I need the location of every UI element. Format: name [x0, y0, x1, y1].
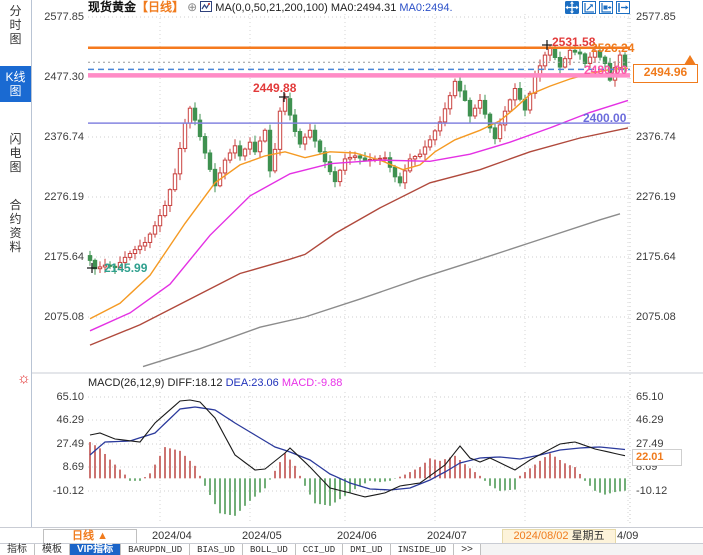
sidebar-item-4[interactable]: 合约资料 — [8, 198, 23, 254]
chart-canvas[interactable] — [0, 0, 703, 555]
tab-inside-ud[interactable]: INSIDE_UD — [390, 544, 455, 555]
jump-latest-icon[interactable] — [616, 1, 630, 14]
symbol-name: 现货黄金 — [88, 0, 137, 14]
partial-month-label: 4/09 — [617, 530, 639, 542]
tab-boll-ud[interactable]: BOLL_UD — [242, 544, 296, 555]
price-annotation: 2526.24 — [591, 41, 635, 55]
indicator-settings-icon[interactable]: ☼ — [17, 371, 31, 387]
chart-type-icon[interactable] — [200, 1, 213, 12]
sidebar-item-3[interactable]: 闪电图 — [8, 132, 23, 174]
tab--[interactable]: >> — [454, 544, 481, 555]
macd-value-box: 22.01 — [632, 449, 682, 466]
price-annotation: 2449.88 — [253, 81, 297, 95]
price-axis-label-l: 2075.08 — [44, 311, 84, 323]
price-annotation: 2400.00 — [583, 111, 627, 125]
date-tooltip: 2024/08/02 星期五 — [502, 529, 616, 544]
last-price-box: 2494.96 — [633, 64, 698, 83]
sidebar-item-1[interactable]: 分时图 — [8, 4, 23, 46]
month-tick-label: 2024/06 — [337, 530, 377, 542]
ma-settings-label: MA(0,0,50,21,200,100) — [215, 2, 328, 14]
period-selector-label: 日线 — [72, 530, 95, 542]
tab-cci-ud[interactable]: CCI_UD — [295, 544, 344, 555]
add-indicator-icon[interactable]: ⊕ — [187, 0, 197, 14]
month-tick-label: 2024/05 — [242, 530, 282, 542]
macd-axis-label-l: 65.10 — [56, 391, 84, 403]
price-axis-label-r: 2376.74 — [636, 131, 676, 143]
price-annotation: 2480.00 — [584, 63, 628, 77]
date-axis-row: 日线 ▲ 2024/04 2024/05 2024/06 2024/07 2024/0… — [0, 527, 703, 544]
price-annotation: 2145.99 — [104, 261, 148, 275]
price-annotation: 2531.58 — [552, 35, 596, 49]
tab-模板[interactable]: 模板 — [35, 544, 70, 555]
ma-value-black: MA0:2494.31 — [330, 2, 397, 14]
period-selector[interactable]: 日线 ▲ — [43, 529, 137, 544]
macd-dea-value: DEA:23.06 — [225, 377, 279, 389]
price-axis-label-r: 2577.85 — [636, 11, 676, 23]
macd-axis-label-l: -10.12 — [52, 485, 84, 497]
zoom-x-out-icon[interactable] — [599, 1, 613, 14]
chart-header: 现货黄金【日线】 ⊕ MA(0,0,50,21,200,100) MA0:249… — [88, 0, 453, 15]
pan-icon[interactable] — [565, 1, 579, 14]
price-axis-label-l: 2376.74 — [44, 131, 84, 143]
tooltip-date: 2024/08/02 — [513, 530, 569, 542]
ma-value-blue: MA0:2494. — [399, 2, 453, 14]
tab-vip指标[interactable]: VIP指标 — [70, 544, 122, 555]
period-up-arrow-icon: ▲ — [97, 530, 108, 542]
gold-kline-app: 现货黄金【日线】 ⊕ MA(0,0,50,21,200,100) MA0:249… — [0, 0, 703, 555]
macd-diff-value: DIFF:18.12 — [167, 377, 223, 389]
price-axis-label-l: 2477.30 — [44, 71, 84, 83]
ma-200 — [142, 213, 621, 368]
macd-axis-label-r: 65.10 — [636, 391, 664, 403]
tooltip-weekday: 星期五 — [571, 530, 605, 542]
tab-barupdn-ud[interactable]: BARUPDN_UD — [121, 544, 191, 555]
indicator-tab-bar: 指标 模板 VIP指标 BARUPDN_UD BIAS_UD BOLL_UD CCI_UD D… — [0, 543, 703, 555]
price-axis-label-l: 2577.85 — [44, 11, 84, 23]
tab-bias-ud[interactable]: BIAS_UD — [190, 544, 243, 555]
price-axis-label-r: 2175.64 — [636, 251, 676, 263]
price-axis-label-l: 2276.19 — [44, 191, 84, 203]
chart-toolbar — [565, 1, 630, 14]
macd-axis-label-r: -10.12 — [636, 485, 668, 497]
macd-axis-label-l: 46.29 — [56, 414, 84, 426]
price-axis-label-r: 2276.19 — [636, 191, 676, 203]
tab-指标[interactable]: 指标 — [0, 544, 35, 555]
price-axis-label-r: 2075.08 — [636, 311, 676, 323]
month-tick-label: 2024/07 — [427, 530, 467, 542]
macd-axis-label-l: 8.69 — [62, 461, 84, 473]
period-tag: 【日线】 — [136, 0, 185, 14]
ma-50 — [89, 99, 629, 332]
tab-dmi-ud[interactable]: DMI_UD — [343, 544, 391, 555]
macd-axis-label-r: 46.29 — [636, 414, 664, 426]
macd-hist-value: MACD:-9.88 — [281, 377, 343, 389]
price-axis-label-l: 2175.64 — [44, 251, 84, 263]
month-tick-label: 2024/04 — [152, 530, 192, 542]
macd-header: MACD(26,12,9) DIFF:18.12 DEA:23.06 MACD:… — [88, 377, 342, 390]
zoom-x-in-icon[interactable] — [582, 1, 596, 14]
chart-mode-sidebar: 分时图 K线图闪电图合约资料 — [0, 0, 32, 527]
sidebar-item-2[interactable]: K线图 — [0, 66, 31, 102]
macd-title: MACD(26,12,9) — [88, 377, 165, 389]
macd-axis-label-l: 27.49 — [56, 438, 84, 450]
